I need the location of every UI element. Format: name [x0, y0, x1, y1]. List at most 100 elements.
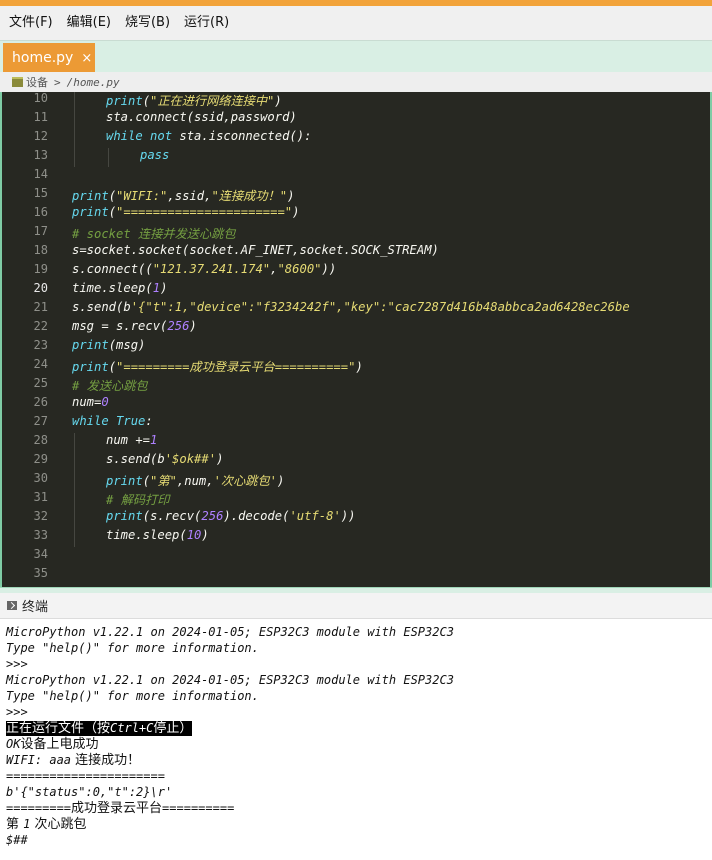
code-text: s=socket.socket(socket.AF_INET,socket.SO…: [72, 243, 439, 257]
code-line[interactable]: 18 s=socket.socket(socket.AF_INET,socket.…: [2, 243, 710, 262]
tab-bar: home.py ×: [0, 40, 712, 73]
code-line[interactable]: 35: [2, 566, 710, 585]
line-number: 20: [33, 281, 48, 295]
code-text: print("第",num,'次心跳包'): [106, 474, 285, 488]
terminal-icon: [7, 601, 17, 610]
code-line[interactable]: 22 msg = s.recv(256): [2, 319, 710, 338]
indent-guide: [74, 452, 75, 471]
menu-bar: 文件(F) 编辑(E) 烧写(B) 运行(R): [0, 6, 712, 40]
code-line[interactable]: 20 time.sleep(1): [2, 281, 710, 300]
code-text: # 解码打印: [106, 493, 170, 507]
line-number: 22: [33, 319, 48, 333]
code-line[interactable]: 23 print(msg): [2, 338, 710, 357]
code-line[interactable]: 27 while True:: [2, 414, 710, 433]
tab-home-py[interactable]: home.py ×: [3, 43, 95, 73]
code-line[interactable]: 32 print(s.recv(256).decode('utf-8')): [2, 509, 710, 528]
line-number: 30: [33, 471, 48, 485]
code-text: s.connect(("121.37.241.174","8600")): [72, 262, 337, 276]
line-number: 24: [33, 357, 48, 371]
code-text: print("=========成功登录云平台=========="): [72, 360, 363, 374]
line-number: 21: [33, 300, 48, 314]
line-number: 35: [33, 566, 48, 580]
code-line[interactable]: 30 print("第",num,'次心跳包'): [2, 471, 710, 490]
code-line[interactable]: 26 num=0: [2, 395, 710, 414]
indent-guide: [74, 528, 75, 547]
indent-guide: [74, 110, 75, 129]
code-text: sta.connect(ssid,password): [106, 110, 297, 124]
terminal-line: OK设备上电成功: [6, 737, 99, 752]
indent-guide: [108, 148, 109, 167]
indent-guide: [74, 148, 75, 167]
code-text: msg = s.recv(256): [72, 319, 197, 333]
code-text: print(s.recv(256).decode('utf-8')): [106, 509, 356, 523]
code-line[interactable]: 16 print("======================"): [2, 205, 710, 224]
code-text: time.sleep(1): [72, 281, 168, 295]
terminal-line: >>>: [6, 705, 28, 719]
code-line[interactable]: 17 # socket 连接并发送心跳包: [2, 224, 710, 243]
terminal-line: MicroPython v1.22.1 on 2024-01-05; ESP32…: [6, 625, 454, 639]
line-number: 15: [33, 186, 48, 200]
code-text: while True:: [72, 414, 153, 428]
indent-guide: [74, 129, 75, 148]
code-line[interactable]: 12 while not sta.isconnected():: [2, 129, 710, 148]
terminal-output[interactable]: MicroPython v1.22.1 on 2024-01-05; ESP32…: [0, 619, 712, 860]
menu-edit[interactable]: 编辑(E): [60, 6, 118, 40]
code-line[interactable]: 34: [2, 547, 710, 566]
code-line[interactable]: 14: [2, 167, 710, 186]
line-number: 33: [33, 528, 48, 542]
code-line[interactable]: 33 time.sleep(10): [2, 528, 710, 547]
code-line[interactable]: 11 sta.connect(ssid,password): [2, 110, 710, 129]
code-text: num=0: [72, 395, 109, 409]
line-number: 25: [33, 376, 48, 390]
indent-guide: [74, 509, 75, 528]
line-number: 17: [33, 224, 48, 238]
code-line[interactable]: 28 num +=1: [2, 433, 710, 452]
code-editor[interactable]: 10 print("正在进行网络连接中") 11 sta.connect(ssid,p…: [0, 92, 712, 587]
line-number: 31: [33, 490, 48, 504]
menu-run[interactable]: 运行(R): [177, 6, 236, 40]
line-number: 34: [33, 547, 48, 561]
terminal-title: 终端: [22, 600, 49, 615]
indent-guide: [74, 433, 75, 452]
code-text: s.send(b'$ok##'): [106, 452, 224, 466]
code-line[interactable]: 15 print("WIFI:",ssid,"连接成功！"): [2, 186, 710, 205]
code-text: print("正在进行网络连接中"): [106, 94, 282, 108]
line-number: 18: [33, 243, 48, 257]
terminal-line: WIFI: aaa 连接成功！: [6, 753, 141, 768]
code-line[interactable]: 21 s.send(b'{"t":1,"device":"f3234242f","…: [2, 300, 710, 319]
code-line[interactable]: 31 # 解码打印: [2, 490, 710, 509]
menu-file[interactable]: 文件(F): [0, 6, 60, 40]
menu-flash[interactable]: 烧写(B): [118, 6, 177, 40]
breadcrumb: 设备 > /home.py: [0, 72, 712, 92]
close-icon[interactable]: ×: [81, 51, 92, 66]
line-number: 29: [33, 452, 48, 466]
line-number: 28: [33, 433, 48, 447]
code-text: print(msg): [72, 338, 146, 352]
breadcrumb-root[interactable]: 设备: [26, 74, 48, 90]
line-number: 16: [33, 205, 48, 219]
code-text: pass: [140, 148, 170, 162]
breadcrumb-path: /home.py: [66, 75, 120, 89]
indent-guide: [74, 92, 75, 110]
code-text: # socket 连接并发送心跳包: [72, 227, 236, 241]
line-number: 13: [33, 148, 48, 162]
terminal-line: =========成功登录云平台==========: [6, 801, 235, 816]
code-line[interactable]: 24 print("=========成功登录云平台=========="): [2, 357, 710, 376]
line-number: 19: [33, 262, 48, 276]
code-line[interactable]: 19 s.connect(("121.37.241.174","8600")): [2, 262, 710, 281]
line-number: 14: [33, 167, 48, 181]
code-line[interactable]: 10 print("正在进行网络连接中"): [2, 92, 710, 110]
code-text: print("WIFI:",ssid,"连接成功！"): [72, 189, 295, 203]
tab-label: home.py: [12, 50, 74, 66]
code-text: time.sleep(10): [106, 528, 209, 542]
terminal-line: >>>: [6, 657, 28, 671]
code-line[interactable]: 29 s.send(b'$ok##'): [2, 452, 710, 471]
code-text: s.send(b'{"t":1,"device":"f3234242f","ke…: [72, 300, 630, 314]
indent-guide: [74, 490, 75, 509]
terminal-line: Type "help()" for more information.: [6, 689, 259, 703]
code-text: while not sta.isconnected():: [106, 129, 312, 143]
terminal-line: ======================: [6, 769, 165, 783]
code-line[interactable]: 25 # 发送心跳包: [2, 376, 710, 395]
terminal-line: MicroPython v1.22.1 on 2024-01-05; ESP32…: [6, 673, 454, 687]
terminal-line: 正在运行文件（按Ctrl+C停止）: [0, 720, 712, 736]
